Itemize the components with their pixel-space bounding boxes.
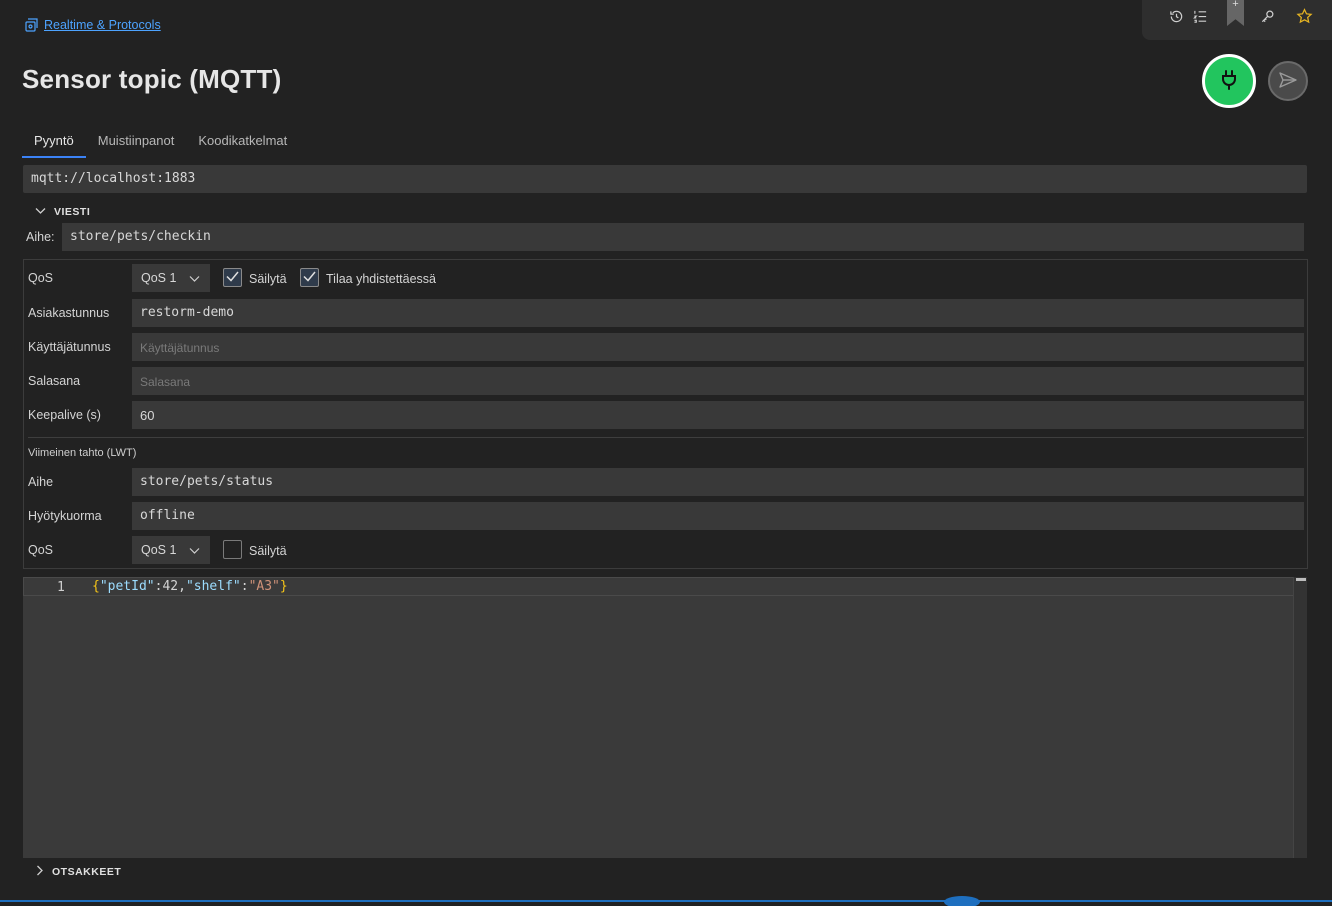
username-row: Käyttäjätunnus Käyttäjätunnus (24, 333, 1307, 361)
retain-label: Säilytä (249, 272, 287, 286)
password-row: Salasana Salasana (24, 367, 1307, 395)
request-tabs: Pyyntö Muistiinpanot Koodikatkelmat (22, 126, 299, 158)
lwt-payload-row: Hyötykuorma offline (24, 502, 1307, 530)
headers-section-label: OTSAKKEET (52, 866, 122, 878)
chevron-down-icon (189, 272, 200, 286)
send-button[interactable] (1268, 61, 1308, 101)
protocols-icon (24, 17, 40, 33)
lwt-topic-input[interactable]: store/pets/status (132, 468, 1304, 496)
subscribe-on-connect-label: Tilaa yhdistettäessä (326, 272, 437, 286)
token-string: "A3" (248, 579, 280, 594)
connection-settings-panel: QoS QoS 1 Säilytä Tilaa yhdistettäessä A… (23, 259, 1308, 569)
token-brace: } (279, 579, 288, 594)
payload-editor[interactable]: 1 {"petId":42,"shelf":"A3"} (23, 577, 1307, 858)
lwt-topic-row: Aihe store/pets/status (24, 468, 1307, 496)
key-icon[interactable] (1257, 6, 1277, 26)
send-icon (1278, 71, 1298, 92)
qos-label: QoS (28, 271, 54, 285)
qos-select[interactable]: QoS 1 (132, 264, 210, 292)
chevron-down-icon (189, 544, 200, 558)
lwt-payload-label: Hyötykuorma (28, 509, 102, 523)
password-input[interactable]: Salasana (132, 367, 1304, 395)
bookmark-icon[interactable]: + (1227, 0, 1244, 26)
username-input[interactable]: Käyttäjätunnus (132, 333, 1304, 361)
tab-notes[interactable]: Muistiinpanot (86, 126, 187, 158)
message-section-label: VIESTI (54, 206, 91, 218)
lwt-topic-label: Aihe (28, 475, 54, 489)
username-label: Käyttäjätunnus (28, 340, 111, 354)
keepalive-input[interactable]: 60 (132, 401, 1304, 429)
headers-section-toggle[interactable]: OTSAKKEET (36, 865, 121, 879)
lwt-retain-label: Säilytä (249, 544, 287, 558)
status-indicator (944, 896, 980, 906)
history-icon[interactable] (1166, 6, 1186, 26)
lwt-retain-checkbox[interactable] (223, 540, 242, 559)
url-input[interactable]: mqtt://localhost:1883 (23, 165, 1307, 193)
topic-row: Aihe: store/pets/checkin (26, 223, 1306, 251)
page-title: Sensor topic (MQTT) (22, 64, 282, 94)
code-line: {"petId":42,"shelf":"A3"} (92, 579, 288, 594)
scrollbar-thumb[interactable] (1296, 578, 1306, 581)
lwt-qos-row: QoS QoS 1 Säilytä (24, 536, 1307, 564)
lwt-title: Viimeinen tahto (LWT) (28, 447, 137, 459)
checkmark-icon (303, 270, 316, 285)
subscribe-on-connect-checkbox[interactable] (300, 268, 319, 287)
breadcrumb: Realtime & Protocols (24, 17, 161, 33)
token-colon: : (240, 579, 249, 594)
client-id-row: Asiakastunnus restorm-demo (24, 299, 1307, 327)
keepalive-label: Keepalive (s) (28, 408, 101, 422)
keepalive-row: Keepalive (s) 60 (24, 401, 1307, 429)
star-icon[interactable] (1294, 6, 1314, 26)
token-brace: { (92, 579, 100, 594)
token-number: 42 (162, 579, 179, 594)
chevron-right-icon (36, 865, 44, 879)
token-key: "shelf" (185, 579, 241, 594)
top-toolbar: + (1142, 0, 1332, 40)
topic-label: Aihe: (26, 230, 55, 244)
client-id-input[interactable]: restorm-demo (132, 299, 1304, 327)
topic-input[interactable]: store/pets/checkin (62, 223, 1304, 251)
status-strip (0, 900, 1332, 902)
message-section-toggle[interactable]: VIESTI (35, 206, 90, 218)
divider (28, 437, 1304, 438)
lwt-qos-label: QoS (28, 543, 54, 557)
connect-button[interactable] (1202, 54, 1256, 108)
client-id-label: Asiakastunnus (28, 306, 110, 320)
lwt-qos-select[interactable]: QoS 1 (132, 536, 210, 564)
password-label: Salasana (28, 374, 81, 388)
qos-select-value: QoS 1 (141, 271, 177, 285)
chevron-down-icon (35, 206, 46, 218)
list-icon[interactable] (1190, 6, 1210, 26)
breadcrumb-link[interactable]: Realtime & Protocols (44, 18, 161, 32)
plug-icon (1219, 69, 1239, 94)
tab-request[interactable]: Pyyntö (22, 126, 86, 158)
qos-row: QoS QoS 1 Säilytä Tilaa yhdistettäessä (24, 264, 1307, 292)
line-number: 1 (57, 580, 65, 595)
token-comma: , (178, 579, 186, 594)
lwt-payload-input[interactable]: offline (132, 502, 1304, 530)
token-key: "petId" (99, 579, 155, 594)
editor-scrollbar[interactable] (1293, 577, 1307, 858)
checkmark-icon (226, 270, 239, 285)
tab-snippets[interactable]: Koodikatkelmat (186, 126, 299, 158)
editor-current-line: 1 {"petId":42,"shelf":"A3"} (23, 577, 1295, 596)
lwt-qos-select-value: QoS 1 (141, 543, 177, 557)
retain-checkbox[interactable] (223, 268, 242, 287)
